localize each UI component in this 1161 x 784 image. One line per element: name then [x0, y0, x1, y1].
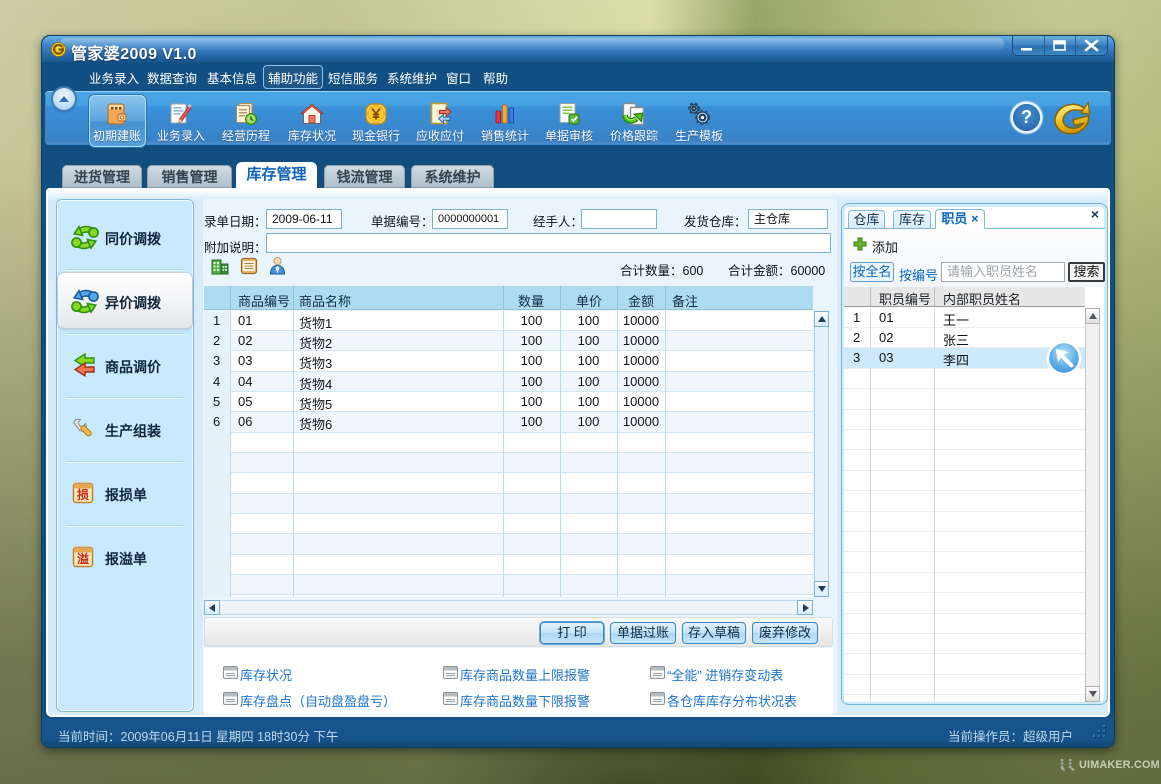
svg-text:溢: 溢 — [77, 550, 89, 567]
svg-text:损: 损 — [77, 486, 89, 503]
